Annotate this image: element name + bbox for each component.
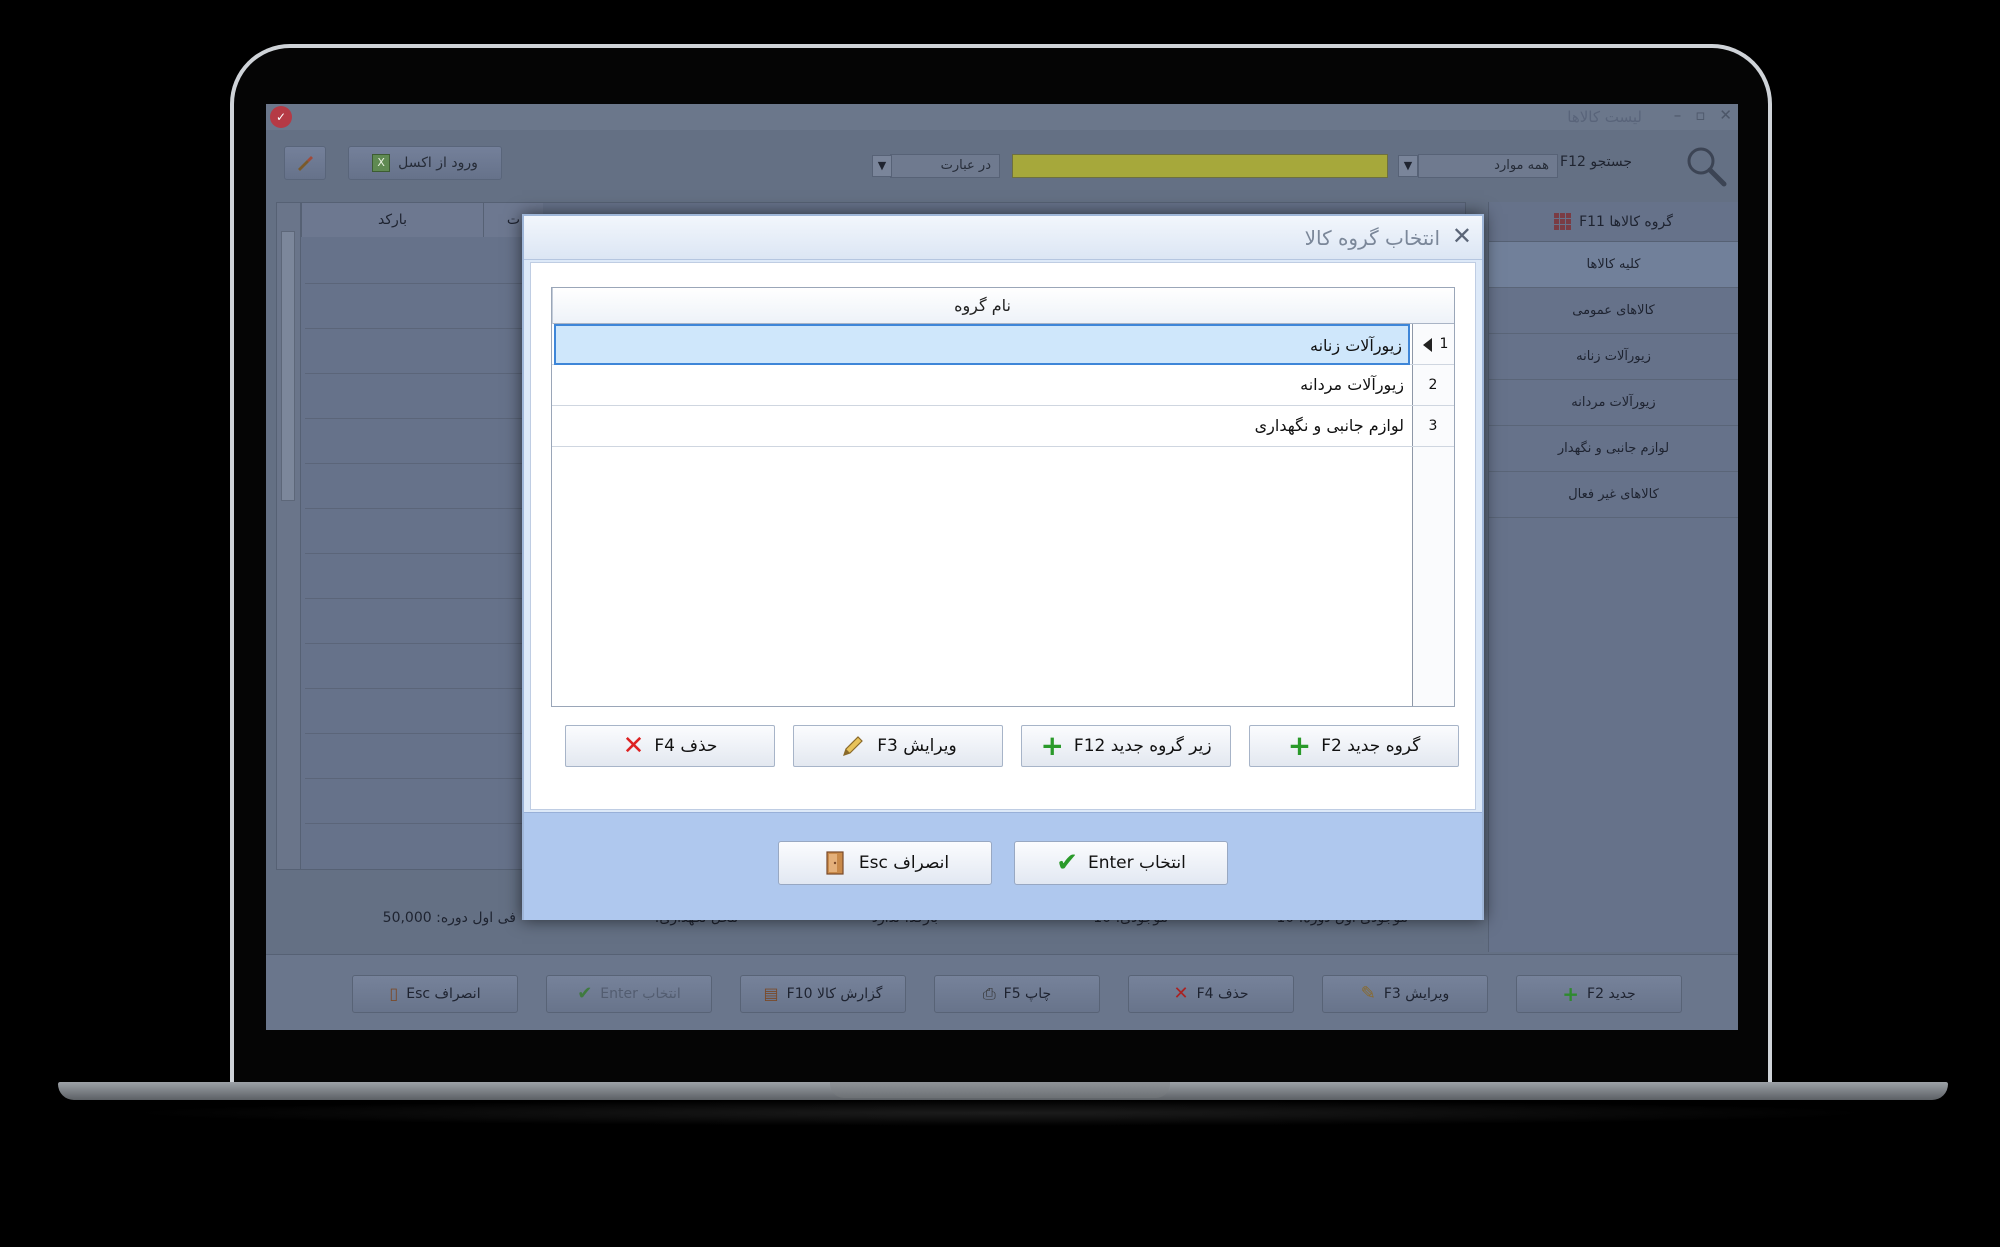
row-number: 1 — [1439, 336, 1449, 352]
grid-header: نام گروه — [552, 288, 1454, 324]
search-scope-dropdown-icon[interactable]: ▼ — [1398, 155, 1418, 177]
new-group-label: گروه جدید F2 — [1321, 736, 1421, 756]
search-input[interactable] — [1012, 154, 1388, 178]
search-mode-select[interactable]: در عبارت — [890, 154, 1000, 178]
group-panel-title: گروه کالاها F11 — [1579, 213, 1673, 230]
close-icon[interactable]: ✕ — [1719, 106, 1732, 124]
exit-door-icon: ▯ — [389, 984, 399, 1003]
search-scope-value: همه موارد — [1494, 158, 1549, 173]
item-report-button[interactable]: گزارش کالا F10 ▤ — [740, 975, 906, 1013]
cancel-dialog-label: انصراف Esc — [858, 853, 950, 873]
new-item-button[interactable]: جدید F2 + — [1516, 975, 1682, 1013]
select-item-button[interactable]: انتخاب Enter ✔ — [546, 975, 712, 1013]
grid-row[interactable]: زیورآلات زنانه 1 — [552, 324, 1454, 365]
print-label: چاپ F5 — [1003, 986, 1052, 1002]
bottom-toolbar: جدید F2 + ویرایش F3 ✎ حذف F4 ✕ چاپ F5 ⎙ … — [266, 954, 1738, 1030]
dialog-title-bar: ✕ انتخاب گروه کالا — [524, 216, 1482, 260]
new-item-label: جدید F2 — [1587, 986, 1636, 1002]
exit-door-icon — [826, 851, 844, 875]
edit-item-button[interactable]: ویرایش F3 ✎ — [1322, 975, 1488, 1013]
row-number: 2 — [1428, 377, 1438, 393]
row-pointer-icon — [1423, 338, 1432, 352]
grid-icon — [1554, 213, 1572, 230]
group-item-accessories[interactable]: لوازم جانبی و نگهدار — [1489, 426, 1738, 472]
cancel-window-button[interactable]: انصراف Esc ▯ — [352, 975, 518, 1013]
group-panel: گروه کالاها F11 کلیه کالاها کالاهای عموم… — [1488, 202, 1738, 952]
dialog-footer: انتخاب Enter ✔ انصراف Esc — [524, 812, 1482, 920]
dialog-title: انتخاب گروه کالا — [1304, 226, 1440, 250]
select-group-dialog: ✕ انتخاب گروه کالا نام گروه زیورآلات زنا… — [522, 214, 1484, 920]
title-bar: ✓ لیست کالاها – ▫ ✕ — [266, 104, 1738, 130]
edit-item-label: ویرایش F3 — [1383, 986, 1450, 1002]
delete-x-icon: ✕ — [1173, 983, 1189, 1004]
group-grid: نام گروه زیورآلات زنانه 1 زیورآلات مردان… — [551, 287, 1455, 707]
pencil-icon: ✎ — [1360, 983, 1376, 1004]
delete-group-button[interactable]: حذف F4 ✕ — [565, 725, 775, 767]
app-logo-icon: ✓ — [270, 106, 292, 128]
brush-icon — [298, 156, 313, 171]
plus-icon: + — [1562, 982, 1580, 1006]
search-mode-dropdown-icon[interactable]: ▼ — [872, 155, 892, 177]
delete-x-icon: ✕ — [622, 731, 645, 761]
laptop-shadow — [120, 1100, 1880, 1126]
grid-row[interactable]: لوازم جانبی و نگهداری 3 — [552, 406, 1454, 447]
group-item-men-jewelry[interactable]: زیورآلات مردانه — [1489, 380, 1738, 426]
group-item-inactive[interactable]: کالاهای غیر فعال — [1489, 472, 1738, 518]
plus-icon: + — [1287, 729, 1312, 762]
window-title: لیست کالاها — [1567, 108, 1642, 126]
delete-item-button[interactable]: حذف F4 ✕ — [1128, 975, 1294, 1013]
check-icon: ✔ — [1056, 848, 1078, 878]
delete-item-label: حذف F4 — [1196, 986, 1249, 1002]
search-icon — [1687, 147, 1727, 187]
edit-group-label: ویرایش F3 — [877, 736, 957, 756]
item-report-label: گزارش کالا F10 — [786, 986, 883, 1002]
pencil-icon — [843, 736, 864, 756]
search-mode-value: در عبارت — [940, 158, 991, 173]
window-controls: – ▫ ✕ — [1674, 106, 1732, 124]
new-subgroup-button[interactable]: زیر گروه جدید F12 + — [1021, 725, 1231, 767]
table-scrollbar[interactable] — [277, 203, 301, 869]
cancel-window-label: انصراف Esc — [406, 986, 481, 1002]
group-name-cell[interactable]: زیورآلات مردانه — [554, 365, 1410, 406]
cancel-dialog-button[interactable]: انصراف Esc — [778, 841, 992, 885]
group-item-women-jewelry[interactable]: زیورآلات زنانه — [1489, 334, 1738, 380]
group-item-all[interactable]: کلیه کالاها — [1489, 242, 1738, 288]
maximize-icon[interactable]: ▫ — [1695, 106, 1705, 124]
select-group-button[interactable]: انتخاب Enter ✔ — [1014, 841, 1228, 885]
dialog-body: نام گروه زیورآلات زنانه 1 زیورآلات مردان… — [530, 262, 1476, 810]
group-name-cell[interactable]: لوازم جانبی و نگهداری — [554, 406, 1410, 447]
table-scrollbar-thumb[interactable] — [281, 231, 295, 501]
row-number: 3 — [1428, 418, 1438, 434]
dialog-close-icon[interactable]: ✕ — [1452, 222, 1472, 250]
select-item-label: انتخاب Enter — [600, 986, 681, 1002]
group-panel-header[interactable]: گروه کالاها F11 — [1489, 202, 1738, 242]
edit-group-button[interactable]: ویرایش F3 — [793, 725, 1003, 767]
column-header-barcode[interactable]: بارکد — [301, 203, 483, 237]
group-item-general[interactable]: کالاهای عمومی — [1489, 288, 1738, 334]
excel-import-label: ورود از اکسل — [398, 155, 478, 171]
search-button[interactable] — [1684, 144, 1728, 188]
new-group-button[interactable]: گروه جدید F2 + — [1249, 725, 1459, 767]
report-book-icon: ▤ — [763, 984, 779, 1003]
select-group-label: انتخاب Enter — [1088, 853, 1186, 873]
printer-icon: ⎙ — [982, 984, 996, 1003]
search-scope-select[interactable]: همه موارد — [1418, 154, 1558, 178]
print-button[interactable]: چاپ F5 ⎙ — [934, 975, 1100, 1013]
settings-button[interactable] — [284, 146, 326, 180]
opening-price-text: فی اول دوره: 50,000 — [382, 910, 516, 926]
new-subgroup-label: زیر گروه جدید F12 — [1073, 736, 1212, 756]
minimize-icon[interactable]: – — [1674, 106, 1682, 124]
grid-row[interactable]: زیورآلات مردانه 2 — [552, 365, 1454, 406]
laptop-base-lip — [830, 1082, 1170, 1098]
search-label: جستجو F12 — [1560, 154, 1632, 170]
plus-icon: + — [1040, 729, 1064, 762]
column-header-group-name[interactable]: نام گروه — [552, 288, 1412, 324]
excel-import-button[interactable]: ورود از اکسل X — [348, 146, 502, 180]
excel-icon: X — [372, 154, 391, 172]
delete-group-label: حذف F4 — [654, 736, 718, 756]
check-icon: ✔ — [577, 983, 593, 1004]
group-name-cell[interactable]: زیورآلات زنانه — [554, 324, 1410, 365]
